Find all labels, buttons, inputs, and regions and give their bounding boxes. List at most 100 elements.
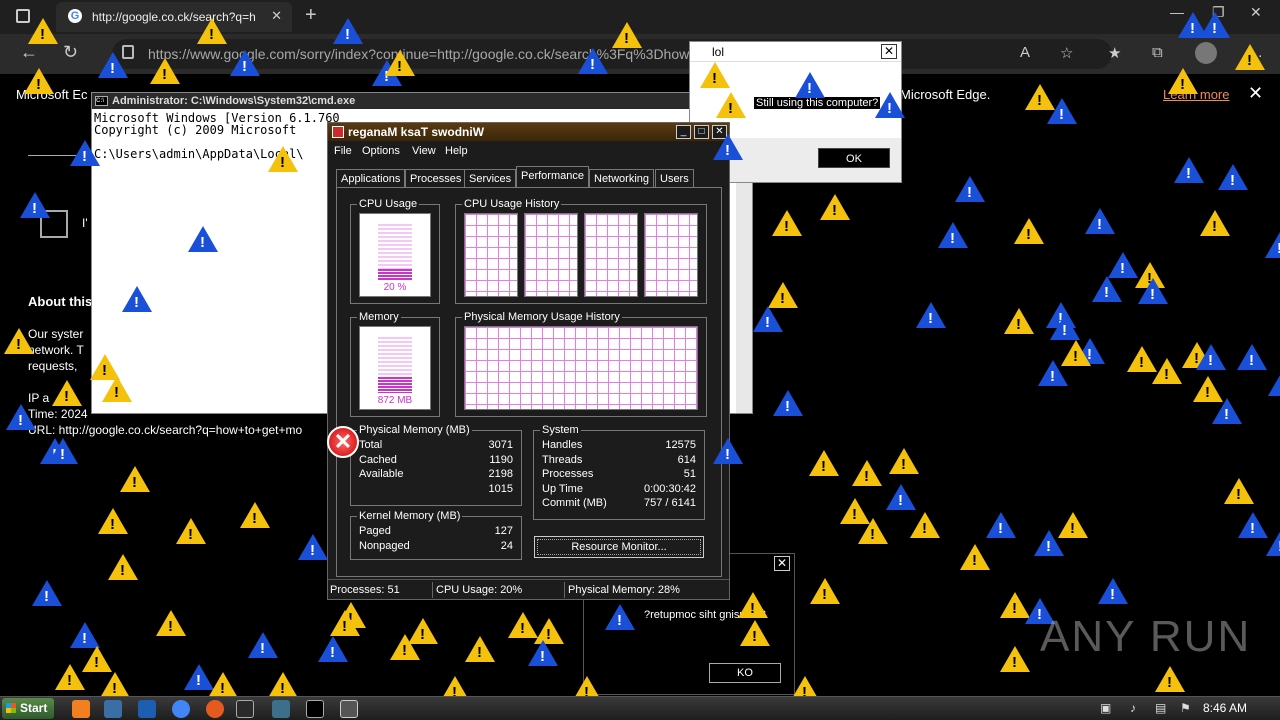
minimize-icon[interactable]: _: [676, 125, 691, 139]
resource-monitor-button[interactable]: Resource Monitor...: [534, 536, 704, 558]
lol-title: lol: [712, 45, 725, 59]
tray-icon[interactable]: ▣: [1100, 701, 1111, 715]
read-aloud-icon[interactable]: A: [1020, 44, 1030, 61]
warning-icon: [24, 68, 54, 94]
taskmgr-task-icon[interactable]: [236, 700, 254, 718]
warning-icon: [82, 646, 112, 672]
warning-icon: [713, 134, 743, 160]
warning-icon: [298, 534, 328, 560]
warning-icon: [268, 146, 298, 172]
explorer-icon[interactable]: [104, 700, 122, 718]
browser-tab[interactable]: G http://google.co.ck/search?q=h ✕: [56, 2, 292, 32]
volume-icon[interactable]: ♪: [1130, 701, 1136, 715]
system-label: System: [540, 424, 581, 436]
phys-history-label: Physical Memory Usage History: [462, 311, 622, 323]
warning-icon: [1174, 157, 1204, 183]
warning-icon: [1098, 578, 1128, 604]
warning-icon: [156, 610, 186, 636]
app-task-icon[interactable]: [272, 700, 290, 718]
menu-file[interactable]: File: [334, 145, 352, 157]
warning-icon: [938, 222, 968, 248]
menu-view[interactable]: View: [412, 145, 436, 157]
stat-value: 0:00:30:42: [644, 483, 696, 495]
warning-icon: [1034, 530, 1064, 556]
status-divider: [564, 582, 565, 598]
lol-titlebar[interactable]: lol ✕: [690, 42, 901, 62]
dialog-task-icon[interactable]: [340, 700, 358, 718]
cpu-history-group: CPU Usage History: [455, 198, 707, 304]
new-tab-icon[interactable]: +: [305, 4, 317, 27]
firefox-alt-icon[interactable]: [206, 700, 224, 718]
favorites-icon[interactable]: ★: [1108, 44, 1121, 62]
warning-icon: [810, 578, 840, 604]
tab-applications[interactable]: Applications: [336, 169, 406, 188]
warning-icon: [605, 604, 635, 630]
ok-button[interactable]: OK: [818, 148, 890, 168]
infobar-close-icon[interactable]: ✕: [1248, 83, 1263, 104]
cpu-meter-fill: [378, 269, 412, 280]
warning-icon: [98, 508, 128, 534]
cmd-titlebar[interactable]: C:\ Administrator: C:\Windows\System32\c…: [92, 93, 752, 109]
warning-icon: [70, 622, 100, 648]
warning-icon: [1200, 12, 1230, 38]
menu-help[interactable]: Help: [445, 145, 468, 157]
close-window-icon[interactable]: ✕: [1250, 4, 1262, 21]
media-player-icon[interactable]: [138, 700, 156, 718]
back-icon[interactable]: ←: [20, 42, 38, 63]
refresh-icon[interactable]: ↻: [63, 42, 78, 63]
taskmgr-title: reganaM ksaT swodniW: [348, 125, 485, 139]
tab-processes[interactable]: Processes: [405, 169, 467, 188]
chrome-icon[interactable]: [172, 700, 190, 718]
firefox-icon[interactable]: [72, 700, 90, 718]
warning-icon: [188, 226, 218, 252]
warning-icon: [122, 286, 152, 312]
start-button[interactable]: Start: [2, 698, 54, 719]
task-manager-window[interactable]: reganaM ksaT swodniW _ □ ✕ File Options …: [327, 122, 730, 600]
warning-icon: [875, 92, 905, 118]
status-memory: Physical Memory: 28%: [568, 584, 680, 596]
stat-value: 757 / 6141: [644, 497, 696, 509]
cmd-task-icon[interactable]: [306, 700, 324, 718]
mirror-close-icon[interactable]: ✕: [774, 556, 790, 571]
warning-icon: [1200, 210, 1230, 236]
about-heading: About this: [28, 294, 93, 309]
stat-label: Total: [359, 439, 383, 451]
warning-icon: [318, 636, 348, 662]
warning-icon: [1218, 164, 1248, 190]
warning-icon: [809, 450, 839, 476]
flag-icon[interactable]: ⚑: [1180, 701, 1191, 715]
tab-title: http://google.co.ck/search?q=h: [92, 10, 256, 24]
tab-services[interactable]: Services: [464, 169, 517, 188]
network-icon[interactable]: ▤: [1155, 701, 1166, 715]
warning-icon: [108, 554, 138, 580]
warning-icon: [960, 544, 990, 570]
lol-close-icon[interactable]: ✕: [881, 44, 897, 59]
page-line: Time: 2024: [28, 407, 88, 421]
add-favorite-icon[interactable]: ☆: [1060, 44, 1073, 62]
status-cpu: CPU Usage: 20%: [436, 584, 523, 596]
stat-label: Cached: [359, 454, 397, 466]
menu-options[interactable]: Options: [362, 145, 400, 157]
warning-icon: [385, 50, 415, 76]
tab-networking[interactable]: Networking: [589, 169, 655, 188]
cmd-line: Copyright (c) 2009 Microsoft: [94, 123, 297, 137]
ko-button[interactable]: KO: [709, 663, 781, 683]
lol-message: Still using this computer?: [754, 97, 881, 109]
infobar-message-end: Microsoft Edge.: [900, 87, 991, 102]
tab-performance[interactable]: Performance: [516, 166, 589, 188]
warning-icon: [390, 634, 420, 660]
warning-icon: [1014, 218, 1044, 244]
cpu-meter: 20 %: [359, 213, 431, 297]
tab-close-icon[interactable]: ✕: [271, 8, 282, 24]
warning-icon: [1155, 666, 1185, 692]
warning-icon: [1196, 344, 1226, 370]
maximize-icon[interactable]: □: [694, 125, 709, 139]
profile-avatar[interactable]: [1195, 42, 1217, 64]
warning-icon: [528, 640, 558, 666]
taskmgr-titlebar[interactable]: reganaM ksaT swodniW _ □ ✕: [328, 123, 729, 141]
warning-icon: [1004, 308, 1034, 334]
collections-icon[interactable]: ⧉: [1152, 44, 1163, 61]
warning-icon: [612, 22, 642, 48]
warning-icon: [1085, 208, 1115, 234]
tab-users[interactable]: Users: [655, 169, 694, 188]
